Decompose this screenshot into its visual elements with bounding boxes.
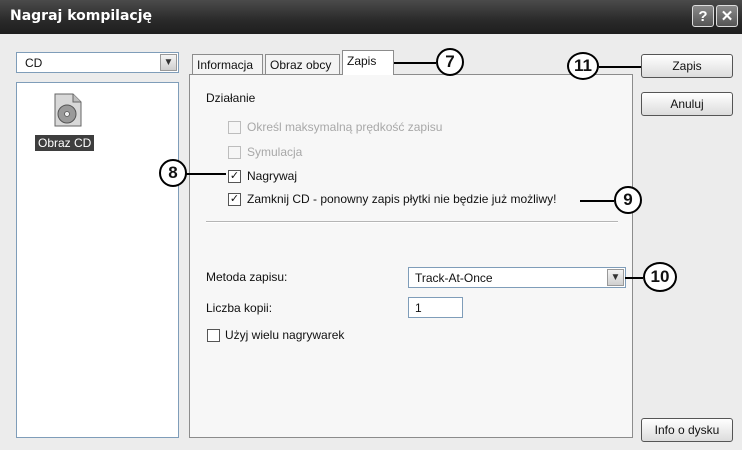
max-speed-label: Określ maksymalną prędkość zapisu [247,120,443,134]
callout-9: 9 [614,186,642,214]
drive-select-value: CD [25,56,43,70]
burn-checkbox[interactable]: ✓ [228,170,241,183]
callout-10: 10 [643,262,677,292]
copies-label: Liczba kopii: [206,301,273,315]
file-list[interactable]: Obraz CD [16,82,179,438]
close-cd-checkbox[interactable]: ✓ [228,193,241,206]
chevron-down-icon[interactable]: ▼ [607,269,624,286]
write-method-select[interactable]: Track-At-Once ▼ [408,267,626,288]
disc-info-button[interactable]: Info o dysku [641,418,733,442]
tab-informacja[interactable]: Informacja [192,54,263,74]
burn-compilation-dialog: Nagraj kompilację ? ✕ CD ▼ Obraz CD Info… [0,0,742,450]
chevron-down-icon[interactable]: ▼ [160,54,177,71]
cancel-button[interactable]: Anuluj [641,92,733,116]
multi-burner-checkbox[interactable] [207,329,220,342]
method-label: Metoda zapisu: [206,270,288,284]
close-button[interactable]: ✕ [716,5,738,27]
list-item-label: Obraz CD [35,135,95,151]
callout-11-line [599,66,641,68]
write-method-value: Track-At-Once [415,271,493,285]
help-button[interactable]: ? [692,5,714,27]
tab-obraz-obcy[interactable]: Obraz obcy [265,54,340,74]
tab-zapis[interactable]: Zapis [342,50,394,75]
close-cd-label: Zamknij CD - ponowny zapis płytki nie bę… [247,192,557,206]
callout-7-line [394,62,436,64]
burn-label: Nagrywaj [247,169,298,183]
group-label-action: Działanie [206,91,256,105]
title-bar: Nagraj kompilację ? ✕ [0,0,742,34]
callout-9-line [580,200,614,202]
drive-select[interactable]: CD ▼ [16,52,179,73]
separator [206,221,618,223]
simulation-checkbox[interactable] [228,146,241,159]
multi-burner-label: Użyj wielu nagrywarek [225,328,345,342]
simulation-label: Symulacja [247,145,303,159]
callout-8: 8 [159,159,187,187]
callout-10-line [625,277,643,279]
cd-image-icon [54,93,82,127]
callout-11: 11 [567,52,599,80]
copies-input[interactable]: 1 [408,297,463,318]
tab-panel-zapis: Działanie Określ maksymalną prędkość zap… [189,74,633,438]
burn-button[interactable]: Zapis [641,54,733,78]
max-speed-checkbox[interactable] [228,121,241,134]
callout-7: 7 [436,48,464,76]
window-title: Nagraj kompilację [10,8,153,24]
callout-8-line [186,173,226,175]
